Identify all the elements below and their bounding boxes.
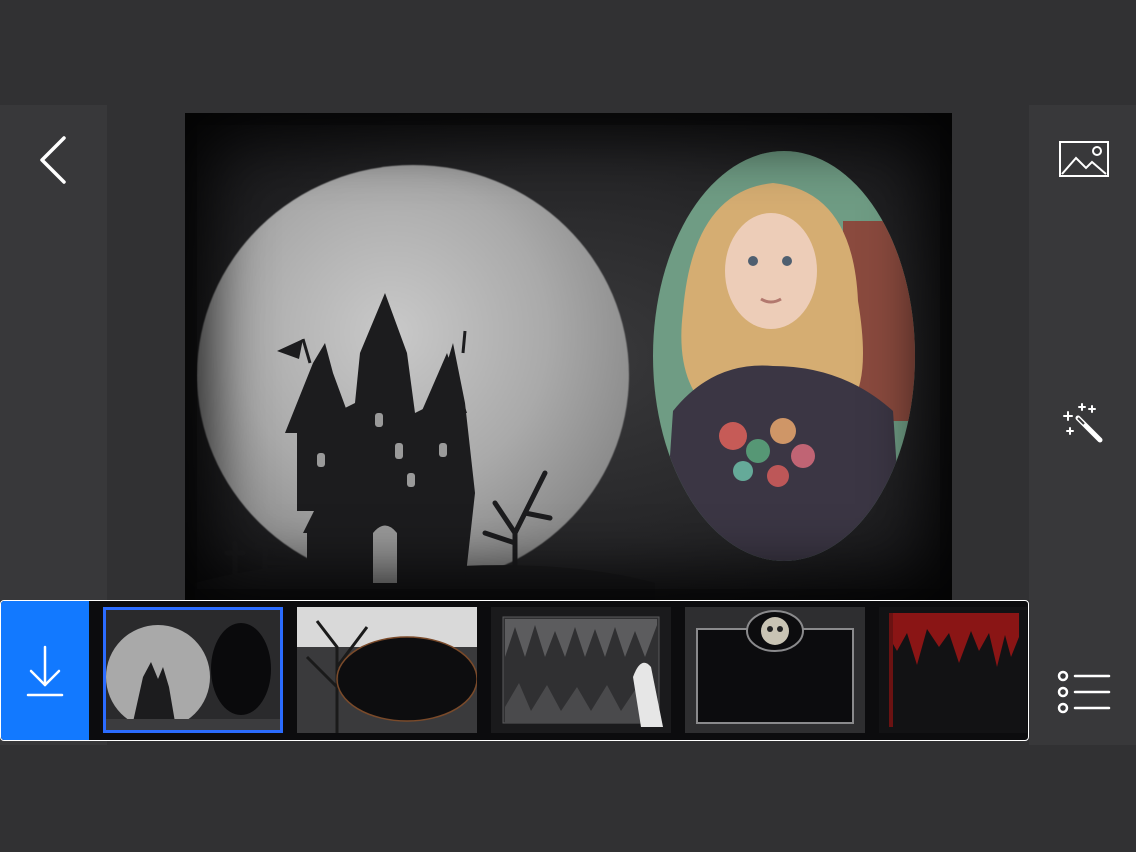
frame-thumb-blood-drip[interactable] [879,607,1027,733]
chevron-left-icon [40,136,66,184]
effects-button[interactable] [1048,392,1120,456]
photo-frame-editor [0,0,1136,852]
frame-thumb-skull-border[interactable] [685,607,865,733]
list-icon [1057,670,1111,714]
blood-drip-frame-thumb [879,607,1027,733]
frame-thumb-ghost-forest[interactable] [491,607,671,733]
frame-preview-canvas[interactable] [185,113,952,601]
frame-selector-strip[interactable] [0,600,1029,741]
dead-tree-frame-thumb [297,607,477,733]
frames-menu-button[interactable] [1048,656,1120,728]
image-icon [1059,141,1109,177]
ghost-forest-frame-thumb [491,607,671,733]
gallery-button[interactable] [1048,128,1120,192]
magic-wand-icon [1063,403,1103,443]
download-arrow-icon [26,645,64,696]
back-button[interactable] [18,128,90,192]
skull-border-frame-thumb [685,607,865,733]
moon-castle-frame-thumb [103,607,283,733]
download-button[interactable] [1,601,89,740]
child-portrait-photo [653,151,915,561]
frame-thumb-moon-castle[interactable] [103,607,283,733]
photo-placeholder[interactable] [653,151,915,561]
frame-thumb-dead-tree[interactable] [297,607,477,733]
